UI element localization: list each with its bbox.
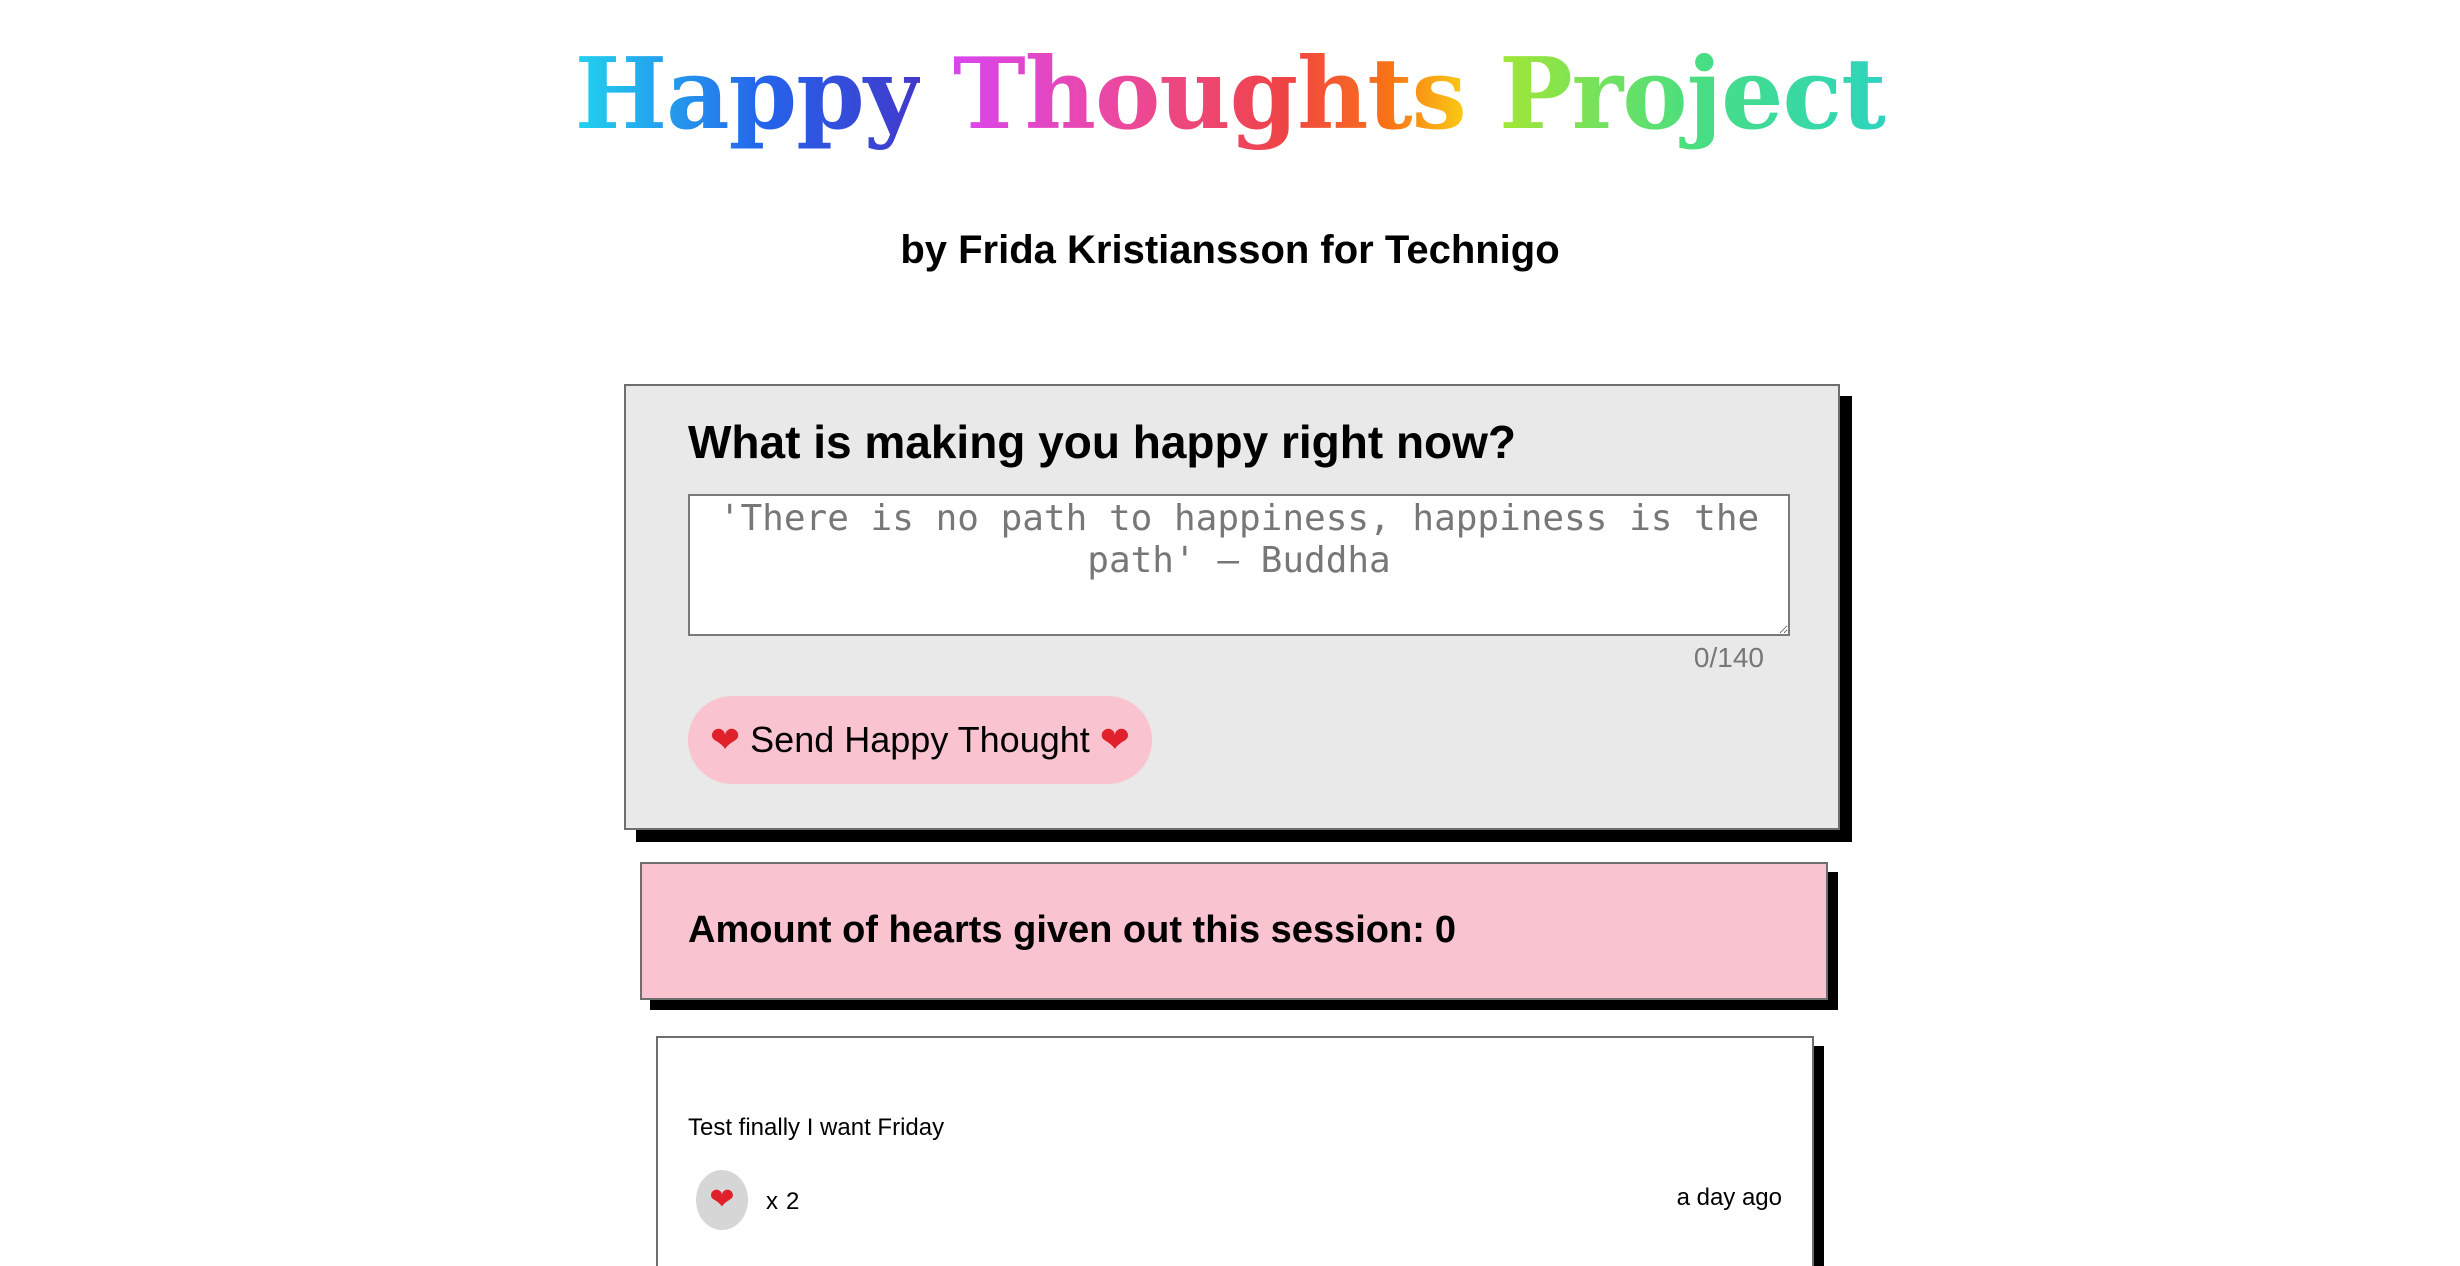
site-title: Happy Thoughts Project [0, 30, 2460, 160]
site-title-word-happy: Happy [574, 37, 921, 152]
happy-thought-form: What is making you happy right now? 0/14… [624, 384, 1840, 830]
session-hearts-label: Amount of hearts given out this session: [688, 909, 1425, 951]
site-title-word-project: Project [1498, 37, 1886, 152]
thought-message: Test finally I want Friday [688, 1114, 945, 1141]
heart-icon: ❤ [709, 1183, 735, 1216]
heart-icon: ❤ [710, 719, 741, 760]
page: Happy Thoughts Project by Frida Kristian… [0, 0, 2460, 1266]
thought-timestamp: a day ago [1676, 1184, 1782, 1211]
session-hearts-text: Amount of hearts given out this session:… [688, 906, 1456, 954]
form-question: What is making you happy right now? [688, 416, 1517, 468]
send-button-label: Send Happy Thought [750, 719, 1090, 760]
like-count: x2 [766, 1186, 799, 1218]
site-title-word-thoughts: Thoughts [952, 37, 1467, 152]
like-count-prefix: x [766, 1188, 778, 1215]
thought-card: Test finally I want Friday ❤ x2 a day ag… [656, 1036, 1814, 1266]
thought-input[interactable] [688, 494, 1790, 636]
send-happy-thought-button[interactable]: ❤ Send Happy Thought ❤ [688, 696, 1152, 784]
session-hearts-count: 0 [1434, 909, 1456, 951]
char-counter: 0/140 [1693, 642, 1764, 673]
like-button[interactable]: ❤ [696, 1170, 748, 1230]
session-hearts-counter: Amount of hearts given out this session:… [640, 862, 1828, 1000]
byline: by Frida Kristiansson for Technigo [900, 228, 1560, 272]
like-count-value: 2 [786, 1188, 800, 1215]
heart-icon: ❤ [1099, 719, 1130, 760]
